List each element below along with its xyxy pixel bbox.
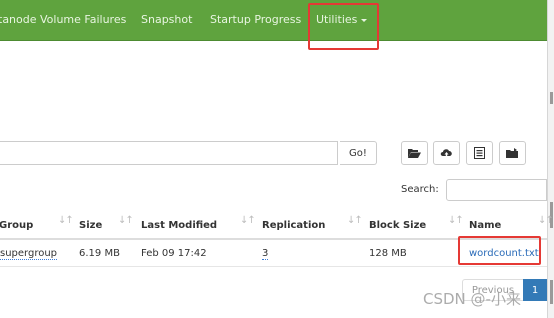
cloud-upload-icon — [440, 148, 452, 158]
sort-icon[interactable]: ↓↑ — [58, 215, 74, 226]
sort-icon[interactable]: ↓↑ — [538, 215, 554, 226]
sort-icon[interactable]: ↓↑ — [118, 215, 134, 226]
column-header-replication[interactable]: Replication — [262, 220, 325, 231]
column-header-size[interactable]: Size — [79, 220, 102, 231]
table-row-divider — [0, 266, 547, 267]
column-header-group[interactable]: Group — [0, 220, 33, 231]
pagination-page-current[interactable]: 1 — [523, 279, 547, 301]
cell-last-modified: Feb 09 17:42 — [141, 248, 207, 259]
cell-size: 6.19 MB — [79, 248, 120, 259]
nav-startup-progress[interactable]: Startup Progress — [210, 13, 301, 26]
go-button[interactable]: Go! — [340, 141, 377, 165]
nav-snapshot[interactable]: Snapshot — [141, 13, 192, 26]
directory-path-input[interactable] — [0, 141, 338, 165]
watermark: CSDN @-小来 — [423, 290, 521, 308]
list-button[interactable] — [466, 141, 493, 165]
scrollbar-mark — [550, 92, 553, 104]
move-button[interactable] — [499, 141, 526, 165]
column-header-name[interactable]: Name — [469, 220, 501, 231]
cell-group[interactable]: supergroup — [0, 248, 58, 260]
list-icon — [474, 147, 485, 159]
scrollbar-mark — [550, 280, 553, 304]
search-input[interactable] — [446, 179, 547, 201]
sort-icon[interactable]: ↓↑ — [347, 215, 363, 226]
nav-datanode-volume-failures[interactable]: tanode Volume Failures — [0, 13, 126, 26]
folder-move-icon — [506, 147, 518, 158]
sort-icon[interactable]: ↓↑ — [240, 215, 256, 226]
sort-icon[interactable]: ↓↑ — [448, 215, 464, 226]
column-header-block-size[interactable]: Block Size — [369, 220, 426, 231]
upload-button[interactable] — [433, 141, 460, 165]
folder-open-button[interactable] — [401, 141, 428, 165]
vertical-scrollbar[interactable] — [547, 0, 554, 318]
search-label: Search: — [401, 184, 439, 195]
folder-open-icon — [408, 148, 421, 158]
cell-block-size: 128 MB — [369, 248, 407, 259]
cell-replication[interactable]: 3 — [262, 248, 269, 260]
filename-highlight-box — [458, 236, 541, 265]
utilities-highlight-box — [308, 3, 379, 50]
column-header-last-modified[interactable]: Last Modified — [141, 220, 217, 231]
top-navbar: tanode Volume Failures Snapshot Startup … — [0, 0, 547, 41]
